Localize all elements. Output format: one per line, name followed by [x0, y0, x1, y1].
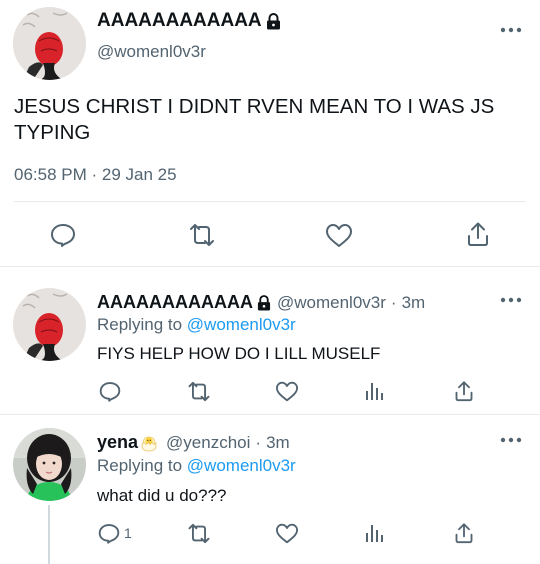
- display-name[interactable]: AAAAAAAAAAAA: [97, 292, 253, 313]
- replying-to-link[interactable]: @womenl0v3r: [187, 456, 296, 475]
- reply1-avatar[interactable]: [13, 288, 86, 361]
- analytics-icon[interactable]: [363, 521, 387, 545]
- share-icon[interactable]: [452, 520, 476, 546]
- divider: [0, 266, 540, 267]
- reply2-avatar[interactable]: [13, 428, 86, 501]
- replying-to-link[interactable]: @womenl0v3r: [187, 315, 296, 334]
- reply-action[interactable]: 1: [98, 521, 132, 545]
- share-icon[interactable]: [452, 378, 476, 404]
- share-icon[interactable]: [464, 219, 492, 249]
- reply-age: 3m: [401, 292, 426, 312]
- reply-icon[interactable]: [98, 379, 122, 403]
- timestamp: 06:58 PM · 29 Jan 25: [14, 165, 177, 185]
- replying-label: Replying to: [97, 315, 183, 334]
- tweet-text: JESUS CHRIST I DIDNT RVEN MEAN TO I WAS …: [14, 95, 495, 144]
- more-icon[interactable]: [498, 22, 524, 38]
- reply-age: 3m: [266, 432, 290, 452]
- display-name[interactable]: AAAAAAAAAAAA: [97, 10, 262, 32]
- main-avatar[interactable]: [13, 7, 86, 80]
- handle[interactable]: @yenzchoi: [166, 433, 250, 453]
- chick-emoji-icon: [140, 434, 158, 452]
- retweet-icon[interactable]: [185, 521, 213, 545]
- separator: ·: [91, 165, 98, 184]
- reply-count: 1: [124, 525, 132, 541]
- handle[interactable]: @womenl0v3r: [97, 42, 206, 62]
- like-icon[interactable]: [324, 220, 354, 250]
- divider: [14, 201, 526, 202]
- display-name[interactable]: yena: [97, 432, 138, 453]
- separator: ·: [255, 432, 262, 452]
- lock-icon: [266, 12, 281, 30]
- reply-text: what did u do???: [97, 486, 227, 505]
- reply-icon[interactable]: [48, 220, 78, 250]
- replying-label: Replying to: [97, 456, 183, 475]
- more-icon[interactable]: [498, 292, 524, 308]
- reply-text: FIYS HELP HOW DO I LILL MUSELF: [97, 344, 381, 363]
- thread-line: [48, 505, 50, 564]
- separator: ·: [390, 292, 397, 312]
- divider: [0, 414, 540, 415]
- handle[interactable]: @womenl0v3r: [277, 293, 386, 313]
- tweet-date: 29 Jan 25: [101, 165, 177, 184]
- more-icon[interactable]: [498, 432, 524, 448]
- lock-icon: [257, 294, 271, 311]
- reply-icon[interactable]: [98, 523, 120, 544]
- tweet-time: 06:58 PM: [14, 165, 87, 184]
- like-icon[interactable]: [274, 379, 300, 403]
- like-icon[interactable]: [274, 521, 300, 545]
- analytics-icon[interactable]: [363, 379, 387, 403]
- retweet-icon[interactable]: [186, 220, 218, 250]
- retweet-icon[interactable]: [185, 379, 213, 403]
